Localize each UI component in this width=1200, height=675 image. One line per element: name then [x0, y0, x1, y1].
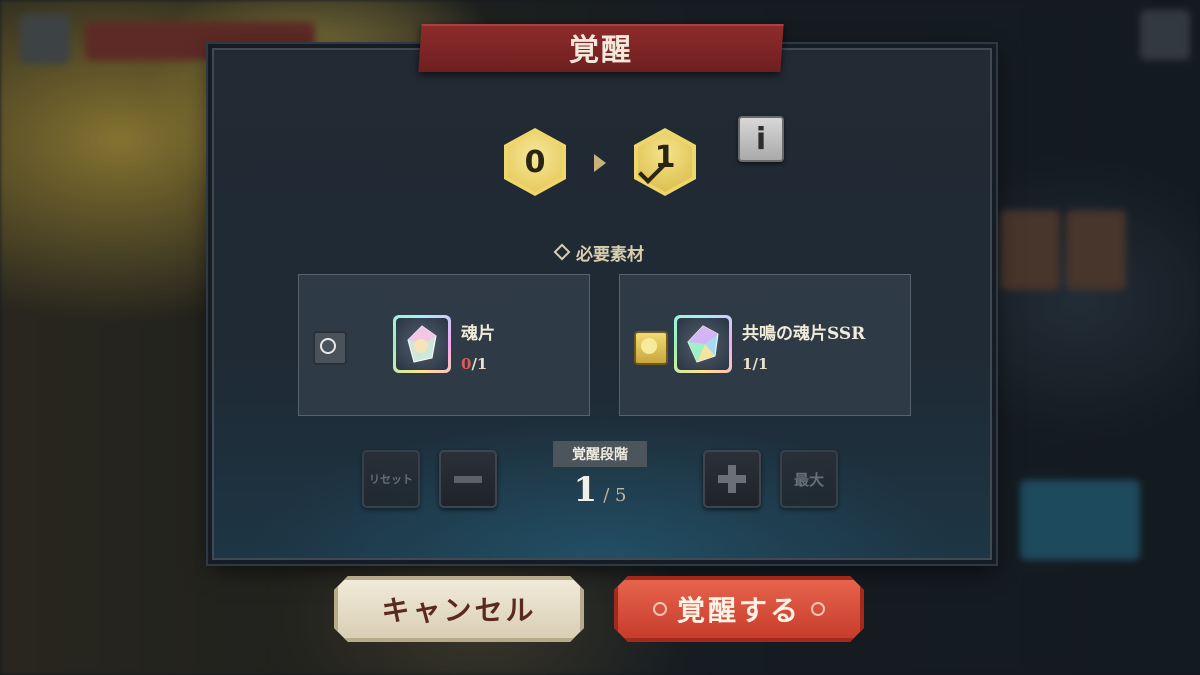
decrease-button[interactable]: [439, 450, 497, 508]
required-materials-heading: 必要素材: [0, 240, 1200, 265]
required-materials-label: 必要素材: [576, 245, 644, 265]
reset-label: リセット: [369, 473, 413, 486]
awakening-stage-label: 覚醒段階: [553, 441, 647, 467]
awaken-button[interactable]: 覚醒する: [614, 576, 864, 642]
soul-shard-gem: [396, 318, 448, 370]
ornament-icon: [653, 602, 667, 616]
crystal-icon: [687, 325, 719, 363]
material-have: 1: [742, 355, 753, 373]
material-select-checkbox[interactable]: [634, 331, 668, 365]
material-name: 魂片: [461, 324, 495, 344]
minus-icon: [454, 475, 482, 483]
dialog-title: 覚醒: [569, 33, 633, 68]
cancel-label: キャンセル: [381, 594, 537, 627]
resonance-soul-shard-ssr-icon: [674, 315, 732, 373]
material-count: 0/1: [461, 355, 487, 373]
cancel-button[interactable]: キャンセル: [334, 576, 584, 642]
stage-max: 5: [615, 485, 627, 506]
ornament-icon: [811, 602, 825, 616]
diamond-icon: [553, 243, 571, 261]
stage-current: 1: [573, 470, 598, 510]
material-have: 0: [461, 355, 472, 373]
awaken-label: 覚醒する: [676, 594, 801, 627]
awakening-stage-value: 1/ 5: [553, 470, 647, 510]
crystal-icon: [407, 325, 437, 363]
max-label: 最大: [793, 470, 824, 489]
info-icon: i: [755, 121, 767, 157]
reset-button[interactable]: リセット: [362, 450, 420, 508]
material-select-checkbox[interactable]: [313, 331, 347, 365]
level-from-value: 0: [508, 132, 562, 192]
material-count: 1/1: [742, 355, 768, 373]
info-button[interactable]: i: [738, 116, 784, 162]
resonance-soul-shard-gem: [677, 318, 729, 370]
max-button[interactable]: 最大: [780, 450, 838, 508]
material-card-resonance-soul-shard-ssr[interactable]: 共鳴の魂片SSR 1/1: [619, 274, 911, 416]
arrow-right-icon: [594, 154, 606, 172]
material-name: 共鳴の魂片SSR: [742, 324, 866, 344]
plus-icon: [718, 465, 746, 493]
increase-button[interactable]: [703, 450, 761, 508]
material-card-soul-shard[interactable]: 魂片 0/1: [298, 274, 590, 416]
material-need: 1: [476, 355, 488, 373]
stage-separator: /: [603, 485, 615, 506]
soul-shard-icon: [393, 315, 451, 373]
material-need: 1: [757, 355, 769, 373]
